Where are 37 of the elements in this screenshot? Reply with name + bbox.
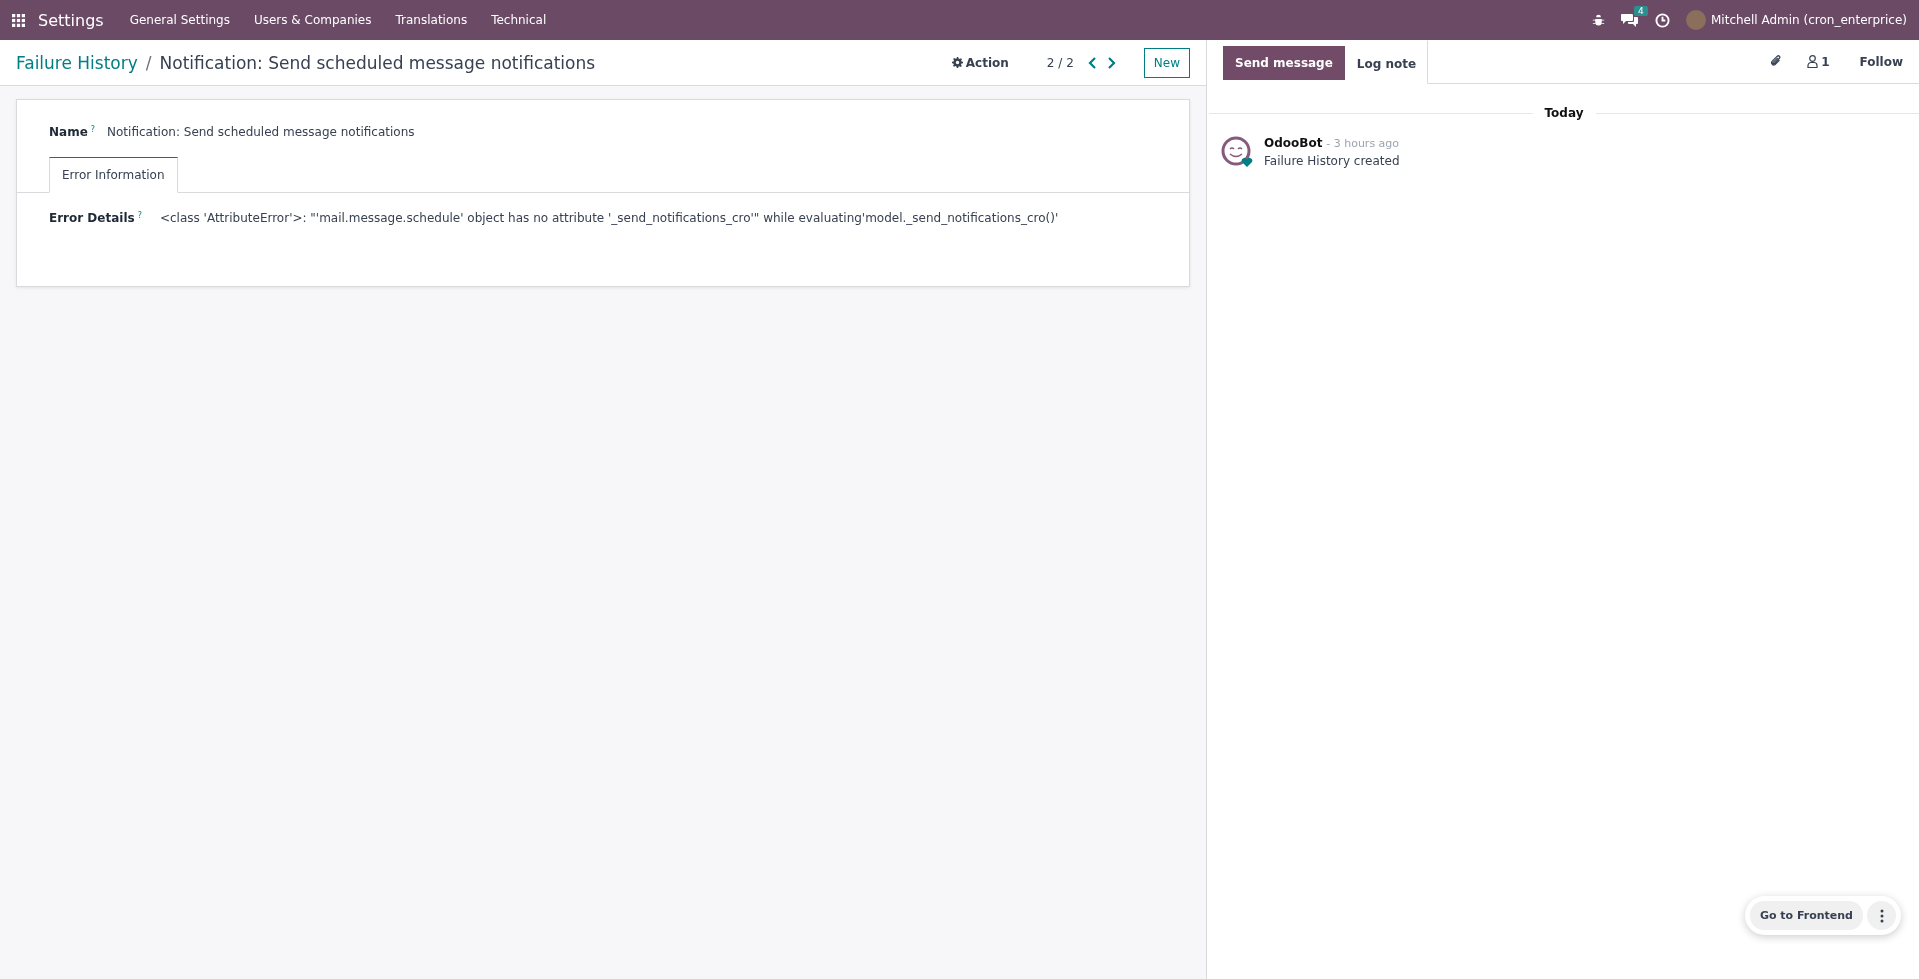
clock-icon[interactable] bbox=[1655, 12, 1670, 28]
date-separator: Today bbox=[1544, 106, 1584, 120]
field-label: Name bbox=[49, 125, 88, 139]
help-mark[interactable]: ? bbox=[137, 211, 142, 220]
record-title: Notification: Send scheduled message notifications bbox=[159, 52, 596, 73]
field-value: Notification: Send scheduled message notifications bbox=[107, 125, 415, 139]
breadcrumb-separator: / bbox=[145, 52, 152, 73]
menu-item[interactable]: Users & Companies bbox=[241, 13, 384, 27]
person-icon[interactable] bbox=[1807, 55, 1819, 68]
next-icon[interactable] bbox=[1105, 56, 1116, 69]
vertical-dots-icon bbox=[1879, 908, 1884, 923]
field-value: <class 'AttributeError'>: "'mail.message.schedule' object has no attribute '_send_notifications_cro'" while evaluating'model._send_notifications_cro()' bbox=[159, 211, 1059, 225]
menu-item[interactable]: Translations bbox=[383, 13, 480, 27]
gear-icon bbox=[951, 57, 963, 68]
breadcrumb-link[interactable]: Failure History bbox=[16, 52, 138, 73]
menu-item[interactable]: Technical bbox=[479, 13, 559, 27]
menu-item[interactable]: General Settings bbox=[117, 13, 242, 27]
field-label: Error Details bbox=[49, 211, 135, 225]
pager-value[interactable]: 2 / 2 bbox=[1046, 55, 1074, 70]
notebook-tab[interactable]: Error Information bbox=[49, 157, 178, 193]
bug-icon[interactable] bbox=[1592, 13, 1605, 27]
message-author: OdooBot bbox=[1264, 136, 1323, 150]
action-button[interactable]: Action bbox=[945, 54, 1015, 71]
chat-bubbles-icon[interactable] bbox=[1621, 12, 1639, 28]
message-time: - 3 hours ago bbox=[1326, 137, 1400, 150]
go-to-frontend-button[interactable]: Go to Frontend bbox=[1749, 901, 1863, 930]
previous-icon[interactable] bbox=[1087, 56, 1098, 69]
new-button[interactable]: New bbox=[1143, 47, 1190, 78]
smiley-avatar-icon bbox=[1221, 136, 1253, 168]
message-body: Failure History created bbox=[1264, 154, 1400, 168]
help-mark[interactable]: ? bbox=[90, 125, 96, 134]
follower-count[interactable]: 1 bbox=[1821, 54, 1830, 69]
user-name[interactable]: Mitchell Admin (cron_enterprice) bbox=[1711, 13, 1907, 27]
composer-tab[interactable]: Send message bbox=[1223, 46, 1345, 80]
app-name[interactable]: Settings bbox=[38, 10, 104, 30]
unread-count: 4 bbox=[1634, 5, 1648, 16]
apps-grid-icon[interactable] bbox=[12, 13, 25, 27]
